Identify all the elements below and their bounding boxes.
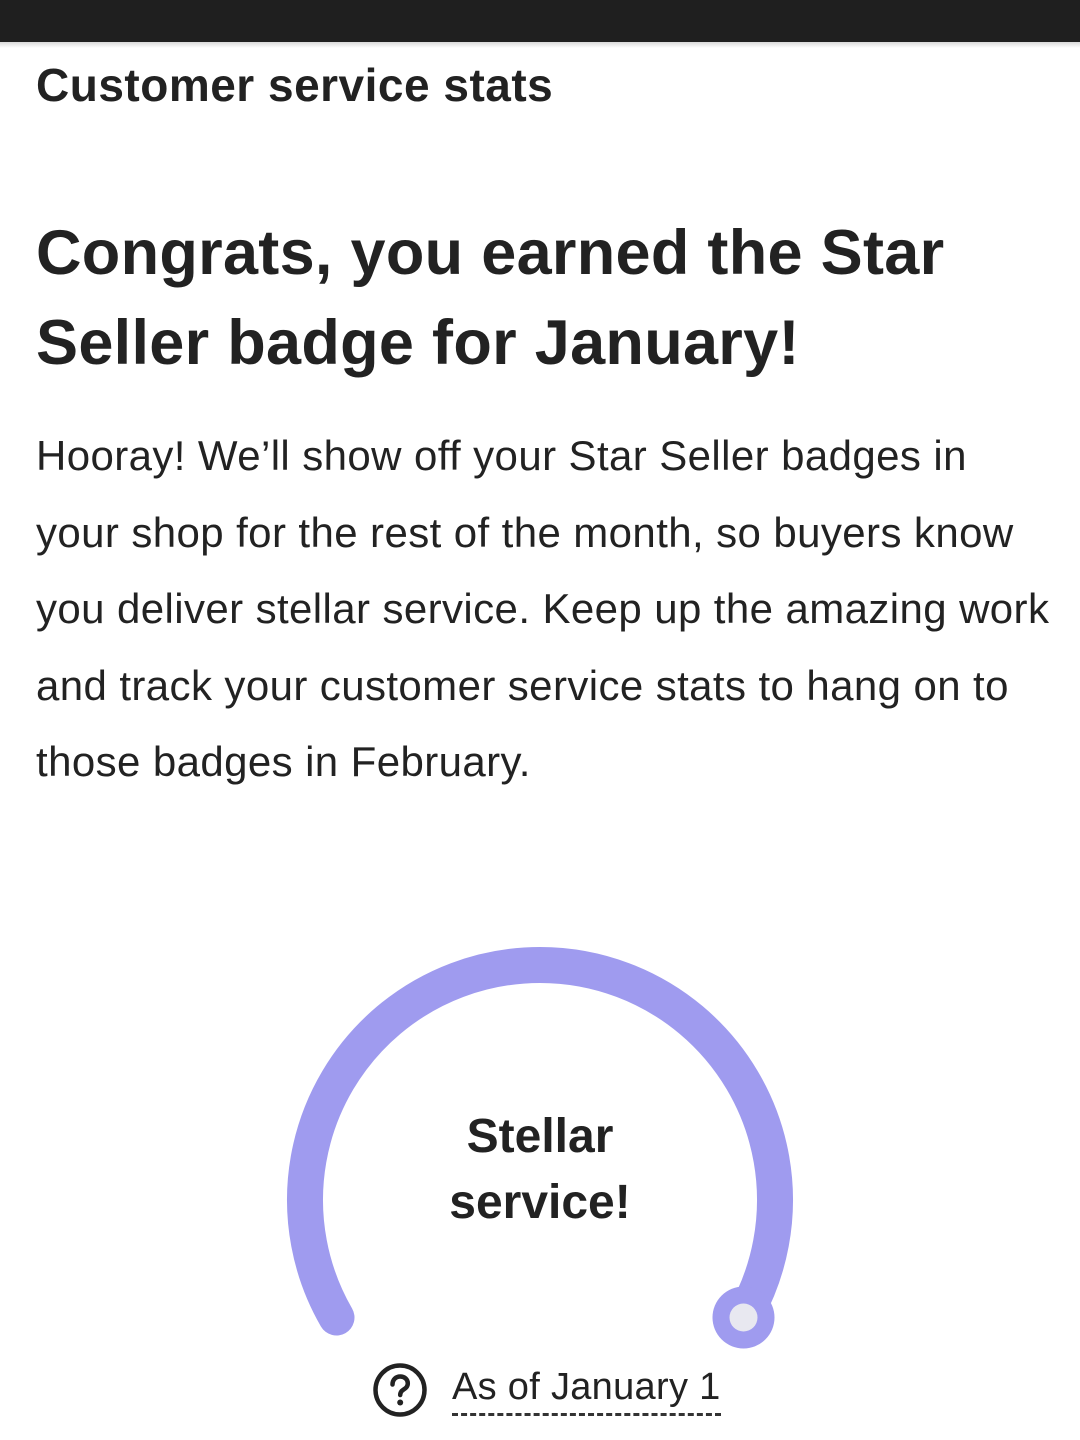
gauge-knob-center: [729, 1303, 758, 1332]
question-circle-icon[interactable]: [372, 1362, 428, 1418]
section-title: Customer service stats: [36, 59, 554, 111]
status-bar: [0, 0, 1080, 42]
badge-headline: Congrats, you earned the Star Seller bad…: [36, 218, 945, 378]
gauge-status-label: Stellar service!: [240, 1104, 840, 1236]
badge-description: Hooray! We’ll show off your Star Seller …: [36, 432, 1050, 786]
as-of-date-link[interactable]: As of January 1: [452, 1365, 721, 1416]
gauge-status-line-2: service!: [449, 1176, 631, 1229]
status-bar-shadow: [0, 42, 1080, 48]
as-of-row: As of January 1: [372, 1360, 721, 1420]
gauge-status-line-1: Stellar: [466, 1110, 614, 1163]
star-seller-gauge: Stellar service!: [240, 900, 840, 1380]
